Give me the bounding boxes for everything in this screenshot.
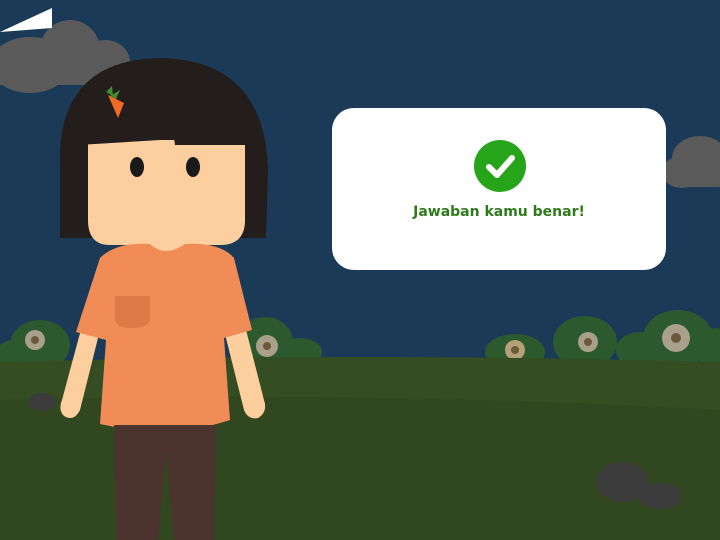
left-eye — [130, 157, 144, 177]
game-scene: Jawaban kamu benar! — [0, 0, 720, 540]
flower-1 — [25, 330, 45, 350]
feedback-message: Jawaban kamu benar! — [413, 204, 585, 220]
flower-3 — [505, 340, 525, 360]
feedback-speech-bubble: Jawaban kamu benar! — [332, 108, 666, 270]
face — [88, 140, 245, 245]
flower-4 — [578, 332, 598, 352]
background — [0, 0, 720, 540]
right-eye — [186, 157, 200, 177]
flower-5 — [662, 324, 690, 352]
flower-2 — [256, 335, 278, 357]
speech-bubble-tail — [0, 8, 52, 32]
shirt — [76, 243, 252, 432]
rock-left — [28, 393, 56, 411]
shirt-pocket — [115, 296, 150, 328]
checkmark-icon — [474, 140, 526, 192]
